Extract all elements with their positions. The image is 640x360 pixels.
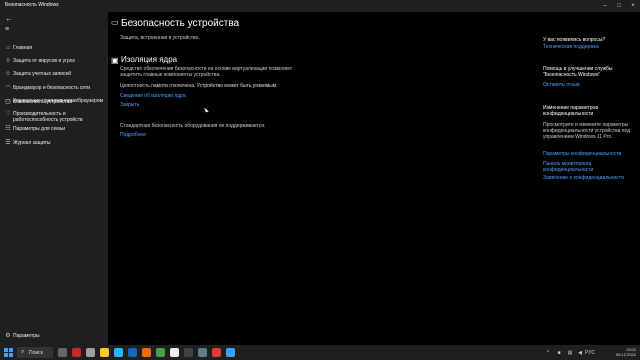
minimize-button[interactable]: –	[598, 0, 612, 12]
sidebar-item-label: Журнал защиты	[13, 140, 51, 146]
sidebar: ← ≡ ⌂ Главная ◊ Защита от вирусов и угро…	[0, 12, 108, 345]
language-indicator[interactable]: РУС	[584, 350, 596, 356]
questions-heading: У вас появились вопросы?	[543, 37, 606, 43]
device-icon: ▢	[5, 99, 11, 105]
privacy-statement-link[interactable]: Заявление о конфиденциальности	[543, 175, 624, 181]
network-icon[interactable]: ▤	[567, 350, 573, 356]
sidebar-item-device-security[interactable]: ▢ Безопасность устройства	[0, 96, 108, 108]
family-icon: ☷	[5, 126, 11, 132]
privacy-text: Просмотрите и измените параметры конфиде…	[543, 122, 631, 140]
sidebar-item-label: Защита учетных записей	[13, 71, 72, 77]
core-isolation-details-link[interactable]: Сведения об изоляции ядра	[120, 93, 186, 99]
learn-more-link[interactable]: Подробнее	[120, 132, 146, 138]
app-icon[interactable]	[128, 348, 137, 357]
security-icon[interactable]	[226, 348, 235, 357]
search-icon: ⌕	[21, 349, 25, 355]
file-explorer-icon[interactable]	[58, 348, 67, 357]
close-button[interactable]: ×	[626, 0, 640, 12]
shield-icon: ◊	[6, 58, 10, 64]
app-icon[interactable]	[212, 348, 221, 357]
sidebar-item-label: Параметры для семьи	[13, 126, 66, 132]
chip-icon: ▣	[111, 56, 119, 65]
heart-icon: ♡	[5, 111, 11, 117]
sidebar-item-family[interactable]: ☷ Параметры для семьи	[0, 123, 108, 135]
core-isolation-title: Изоляция ядра	[121, 55, 178, 64]
clock-date: 05.12.2022	[615, 352, 636, 357]
home-icon: ⌂	[6, 45, 10, 51]
sidebar-item-virus-protection[interactable]: ◊ Защита от вирусов и угроз	[0, 55, 108, 67]
feedback-link[interactable]: Оставить отзыв	[543, 82, 580, 88]
sidebar-item-history[interactable]: ☰ Журнал защиты	[0, 137, 108, 149]
sidebar-item-label: Параметры	[13, 333, 40, 339]
sidebar-item-label: Брандмауэр и безопасность сети	[13, 85, 91, 91]
app-icon[interactable]	[170, 348, 179, 357]
wifi-icon: ◠	[5, 85, 11, 91]
person-icon: ☺	[5, 71, 12, 77]
sidebar-item-settings[interactable]: ⚙ Параметры	[0, 330, 108, 342]
sidebar-item-label: Защита от вирусов и угроз	[13, 58, 75, 64]
app-icon[interactable]	[142, 348, 151, 357]
privacy-dashboard-link[interactable]: Панель мониторинга конфиденциальности	[543, 161, 623, 173]
main-content: ▭ Безопасность устройства Защита, встрое…	[108, 12, 640, 345]
clock[interactable]: 13:02 05.12.2022	[606, 347, 636, 358]
maximize-button[interactable]: □	[612, 0, 626, 12]
taskbar-search[interactable]: ⌕ Поиск	[17, 347, 53, 358]
title-bar: Безопасность Windows – □ ×	[0, 0, 640, 12]
sidebar-item-label: Производительность и работоспособность у…	[13, 111, 83, 123]
windows-start-icon[interactable]	[4, 348, 13, 357]
hamburger-menu-icon[interactable]: ≡	[5, 26, 9, 33]
app-icon[interactable]	[114, 348, 123, 357]
privacy-settings-link[interactable]: Параметры конфиденциальности	[543, 151, 621, 157]
search-label: Поиск	[29, 350, 43, 356]
app-tray-icon[interactable]: ■	[556, 350, 562, 356]
taskbar: ⌕ Поиск ^ ■ ▤ ◀ РУС 13:02 05.12.2022	[0, 345, 640, 360]
core-isolation-status: Целостность памяти отключена. Устройство…	[120, 83, 278, 89]
app-icon[interactable]	[86, 348, 95, 357]
page-title: Безопасность устройства	[121, 18, 240, 29]
gear-icon: ⚙	[5, 333, 11, 339]
history-icon: ☰	[5, 140, 11, 146]
tech-support-link[interactable]: Техническая поддержка	[543, 44, 599, 50]
sidebar-item-firewall[interactable]: ◠ Брандмауэр и безопасность сети	[0, 82, 108, 94]
chevron-up-icon[interactable]: ^	[545, 350, 551, 356]
app-icon[interactable]	[184, 348, 193, 357]
dismiss-link[interactable]: Закрыть	[120, 102, 139, 108]
page-subtitle: Защита, встроенная в устройство.	[120, 35, 200, 41]
sidebar-item-home[interactable]: ⌂ Главная	[0, 42, 108, 54]
hardware-security-text: Стандартная безопасность оборудования не…	[120, 123, 266, 129]
device-icon: ▭	[111, 18, 119, 27]
volume-icon[interactable]: ◀	[577, 350, 583, 356]
window-title: Безопасность Windows	[5, 2, 59, 8]
sidebar-item-label: Главная	[13, 45, 33, 51]
core-isolation-description: Средство обеспечения безопасности на осн…	[120, 66, 293, 78]
browser-icon[interactable]	[72, 348, 81, 357]
app-icon[interactable]	[198, 348, 207, 357]
privacy-heading: Изменение параметров конфиденциальности	[543, 105, 598, 117]
sidebar-item-account-protection[interactable]: ☺ Защита учетных записей	[0, 68, 108, 80]
app-icon[interactable]	[156, 348, 165, 357]
app-icon[interactable]	[100, 348, 109, 357]
sidebar-item-label: Безопасность устройства	[13, 99, 73, 105]
feedback-heading: Помощь в улучшении службы "Безопасность …	[543, 66, 613, 78]
back-arrow-icon[interactable]: ←	[5, 14, 13, 23]
